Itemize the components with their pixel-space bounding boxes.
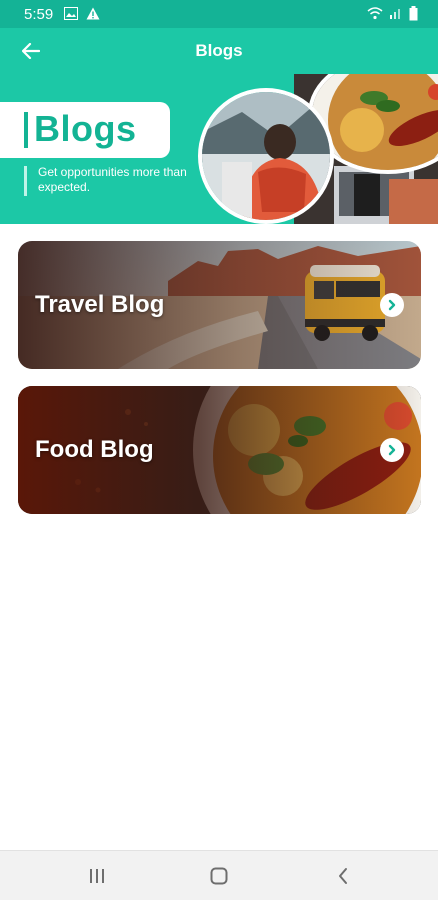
image-icon (64, 7, 78, 20)
home-button[interactable] (206, 864, 232, 888)
page-title: Blogs (195, 41, 243, 60)
food-blog-title: Food Blog (35, 436, 154, 463)
app-bar: Blogs (0, 28, 438, 74)
recent-apps-icon (90, 869, 104, 883)
system-back-button[interactable] (330, 864, 356, 888)
status-bar: 5:59 (0, 0, 438, 28)
status-time: 5:59 (24, 6, 54, 23)
food-blog-open-button[interactable] (380, 438, 404, 462)
recent-apps-button[interactable] (84, 864, 110, 888)
wifi-icon (367, 7, 383, 20)
travel-blog-card[interactable]: Travel Blog (18, 241, 421, 369)
hero-label-accent (24, 112, 28, 148)
travel-blog-title: Travel Blog (35, 291, 165, 318)
back-icon (339, 868, 347, 884)
signal-icon (390, 9, 400, 19)
home-icon (210, 867, 228, 885)
warning-icon (86, 7, 100, 20)
chevron-right-icon (388, 444, 396, 456)
status-right-icons (367, 6, 418, 21)
hero-label: Blogs (34, 108, 137, 149)
food-blog-card[interactable]: Food Blog (18, 386, 421, 514)
battery-icon (409, 6, 418, 21)
status-left-icons (64, 7, 100, 20)
hero-subtitle: Get opportunities more than expected. (38, 165, 187, 194)
travel-blog-open-button[interactable] (380, 293, 404, 317)
hero-traveler-photo (198, 88, 334, 224)
hero-subtitle-accent (24, 166, 27, 196)
system-nav-bar (0, 850, 438, 900)
chevron-right-icon (388, 299, 396, 311)
hero-banner: Blogs Get opportunities more than expect… (0, 74, 438, 224)
